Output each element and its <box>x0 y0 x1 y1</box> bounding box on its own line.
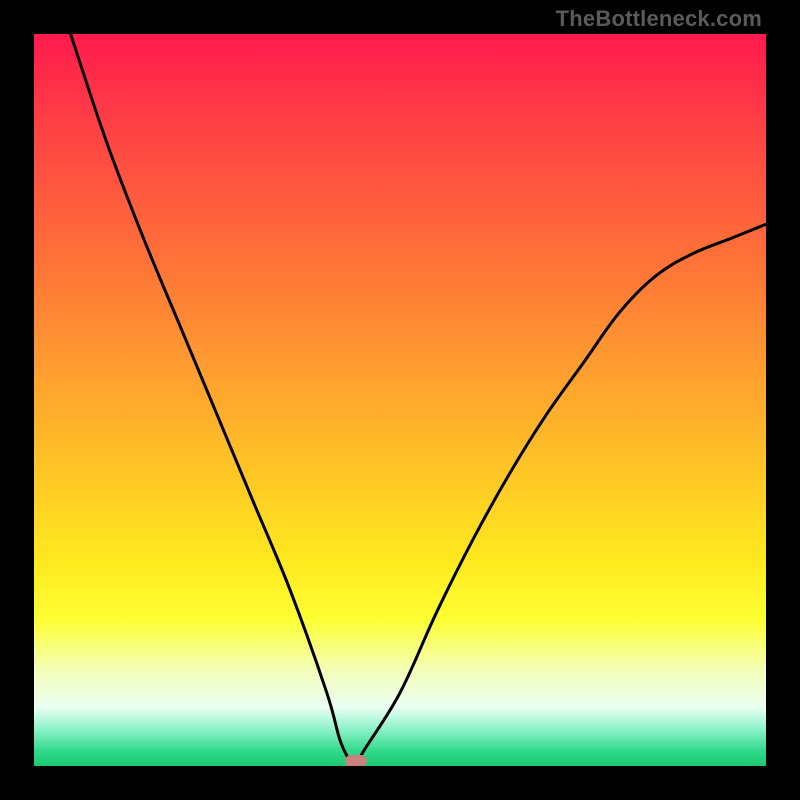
chart-frame: TheBottleneck.com <box>0 0 800 800</box>
plot-area <box>34 34 766 766</box>
minimum-marker <box>345 755 367 766</box>
watermark-text: TheBottleneck.com <box>556 6 762 32</box>
bottleneck-curve <box>71 34 766 766</box>
curve-svg <box>34 34 766 766</box>
